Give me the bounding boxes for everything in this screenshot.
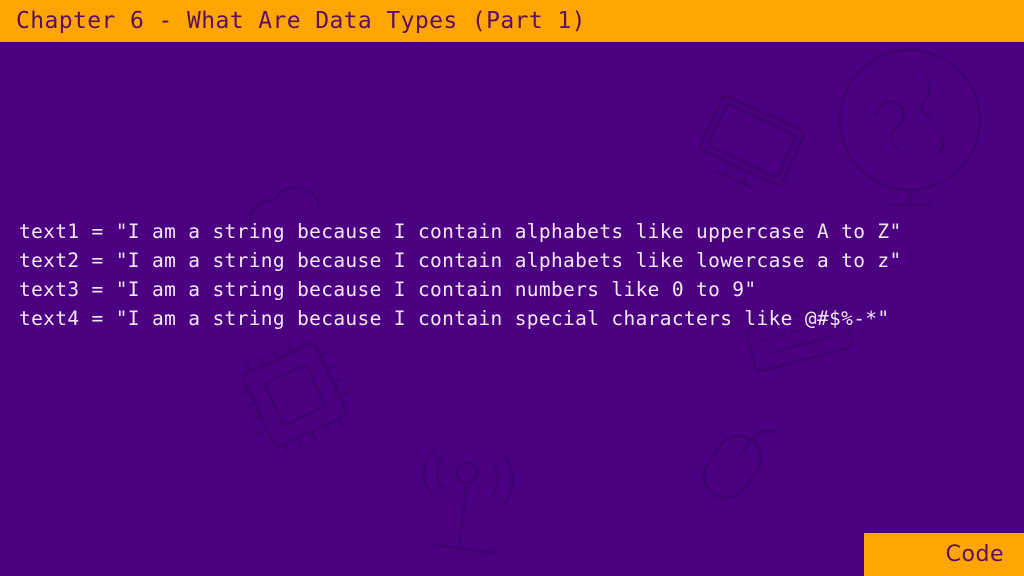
code-line: text2 = "I am a string because I contain…	[19, 249, 902, 272]
code-line: text4 = "I am a string because I contain…	[19, 307, 890, 330]
code-line: text3 = "I am a string because I contain…	[19, 278, 757, 301]
code-line: text1 = "I am a string because I contain…	[19, 220, 902, 243]
antenna-icon	[415, 445, 525, 560]
chapter-header: Chapter 6 - What Are Data Types (Part 1)	[0, 0, 1024, 42]
globe-icon	[830, 40, 990, 210]
monitor-icon	[690, 95, 810, 195]
section-tag-label: Code	[945, 542, 1004, 567]
section-tag: Code	[864, 533, 1024, 576]
cpu-chip-icon	[230, 335, 360, 455]
mouse-icon	[690, 410, 780, 510]
page-title: Chapter 6 - What Are Data Types (Part 1)	[16, 8, 586, 34]
code-block: text1 = "I am a string because I contain…	[19, 217, 902, 333]
